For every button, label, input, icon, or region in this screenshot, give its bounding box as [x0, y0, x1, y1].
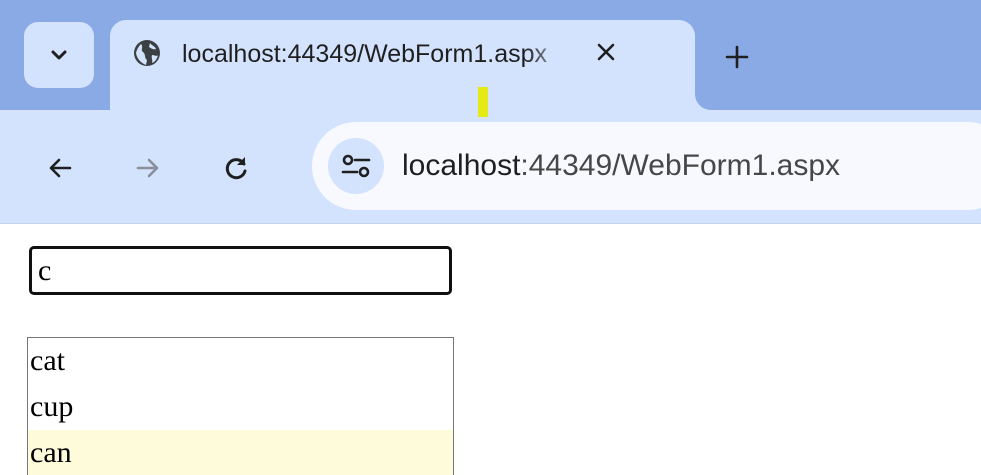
- tab-corner: [695, 94, 711, 110]
- arrow-right-icon: [136, 158, 159, 178]
- close-icon: [597, 43, 615, 61]
- back-button[interactable]: [38, 146, 82, 190]
- site-info-button[interactable]: [328, 138, 384, 194]
- active-tab[interactable]: localhost:44349/WebForm1.aspx: [110, 20, 695, 110]
- browser-toolbar: localhost:44349/WebForm1.aspx: [0, 110, 981, 224]
- suggestion-item-can[interactable]: can: [28, 430, 453, 475]
- tab-hover-marker: [478, 87, 488, 117]
- suggestion-list: cat cup can: [27, 337, 454, 475]
- arrow-left-icon: [49, 158, 72, 178]
- forward-button[interactable]: [126, 146, 170, 190]
- url-path: :44349/WebForm1.aspx: [520, 149, 841, 182]
- tab-title: localhost:44349/WebForm1.aspx: [182, 40, 548, 68]
- suggestion-item-cat[interactable]: cat: [28, 338, 453, 384]
- reload-button[interactable]: [214, 146, 258, 190]
- new-tab-button[interactable]: [715, 35, 759, 79]
- url-host: localhost: [402, 149, 521, 182]
- close-tab-button[interactable]: [588, 34, 624, 70]
- tune-icon: [341, 154, 371, 178]
- browser-window: localhost:44349/WebForm1.aspx localhost:…: [0, 0, 981, 475]
- tab-strip: localhost:44349/WebForm1.aspx: [0, 0, 981, 110]
- chevron-down-icon: [51, 50, 67, 60]
- plus-icon: [725, 45, 749, 69]
- address-bar[interactable]: localhost:44349/WebForm1.aspx: [312, 122, 981, 210]
- suggestion-item-cup[interactable]: cup: [28, 384, 453, 430]
- reload-icon: [225, 157, 247, 180]
- globe-icon: [134, 40, 160, 66]
- search-input[interactable]: [29, 246, 452, 295]
- url-text: localhost:44349/WebForm1.aspx: [402, 149, 840, 183]
- tab-search-button[interactable]: [24, 22, 94, 88]
